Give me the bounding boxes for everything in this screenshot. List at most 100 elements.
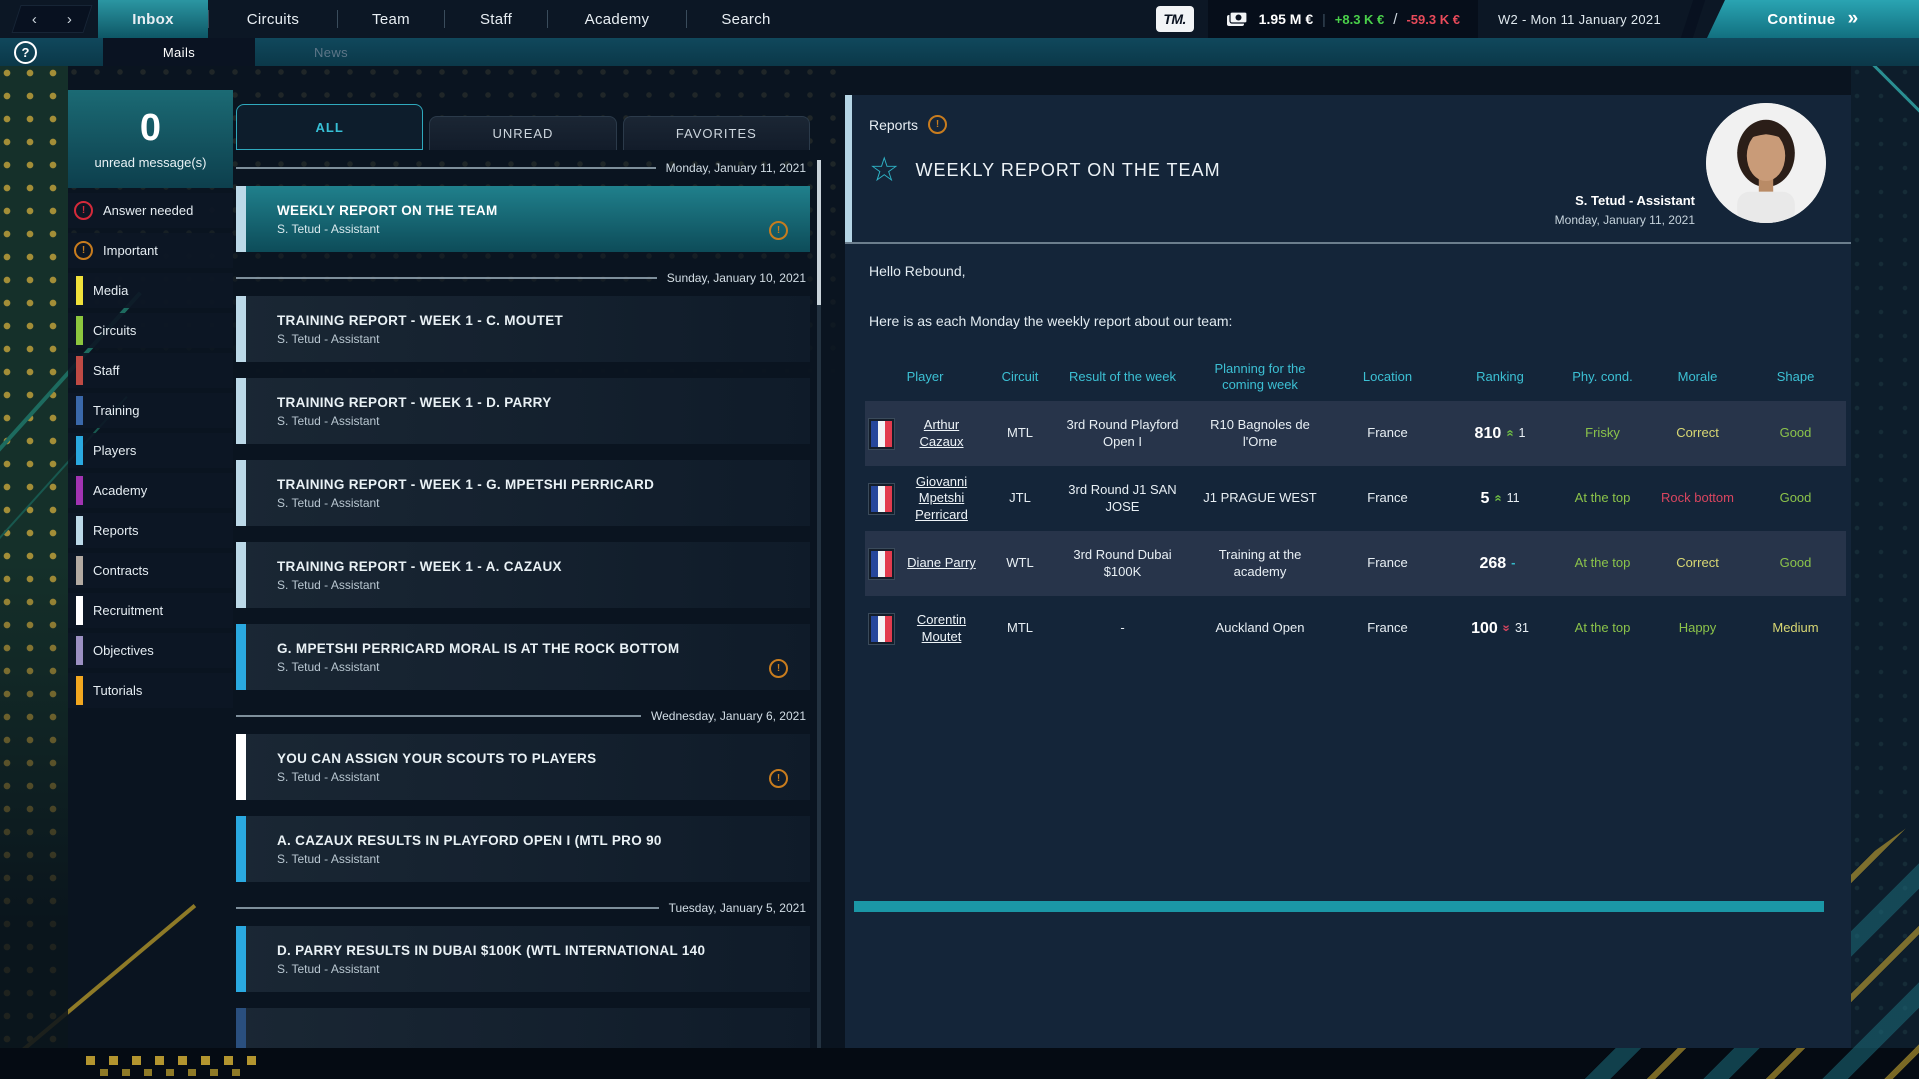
nav-right-group: TM. 1.95 M € | +8.3 K € / -59.3 K € W2 -… [1156,0,1919,38]
mail-category-row: Reports ! [869,115,947,134]
filter-training[interactable]: Training [68,393,233,428]
filter-reports[interactable]: Reports [68,513,233,548]
filter-staff[interactable]: Staff [68,353,233,388]
mail-title: TRAINING REPORT - WEEK 1 - A. CAZAUX [277,559,562,574]
mail-accent-bar [236,542,246,608]
main-tabs: Inbox Circuits Team Staff Academy Search [98,0,805,38]
tab-search[interactable]: Search [687,0,805,38]
mail-sender: S. Tetud - Assistant [277,578,562,592]
morale-cell: Happy [1650,596,1745,661]
mail-title: WEEKLY REPORT ON THE TEAM [277,203,498,218]
planning-cell: J1 PRAGUE WEST [1190,466,1330,531]
col-location: Location [1330,353,1445,401]
shape-cell: Good [1745,531,1846,596]
shape-cell: Good [1745,401,1846,466]
mail-item[interactable]: A. CAZAUX RESULTS IN PLAYFORD OPEN I (MT… [236,816,810,882]
filter-contracts[interactable]: Contracts [68,553,233,588]
filter-label: Media [93,283,128,298]
mail-item[interactable]: TRAINING REPORT - WEEK 1 - G. MPETSHI PE… [236,460,810,526]
mail-accent-bar [236,816,246,882]
filter-players[interactable]: Players [68,433,233,468]
scrollbar-thumb[interactable] [817,160,821,305]
result-cell: 3rd Round Dubai $100K [1055,531,1190,596]
mail-item[interactable]: WEEKLY REPORT ON THE TEAM S. Tetud - Ass… [236,186,810,252]
result-cell: 3rd Round J1 SAN JOSE [1055,466,1190,531]
mail-accent-bar [236,460,246,526]
filter-important[interactable]: ! Important [68,233,233,268]
trend-up-icon: » [1502,430,1518,437]
flag-france-icon [869,419,894,449]
mail-accent-bar [236,296,246,362]
planning-cell: R10 Bagnoles de l'Orne [1190,401,1330,466]
mail-title: YOU CAN ASSIGN YOUR SCOUTS TO PLAYERS [277,751,596,766]
flag-france-icon [869,484,894,514]
mail-title: TRAINING REPORT - WEEK 1 - D. PARRY [277,395,552,410]
important-icon: ! [769,221,788,240]
col-result: Result of the week [1055,353,1190,401]
tab-staff[interactable]: Staff [445,0,547,38]
continue-label: Continue [1767,11,1835,28]
filter-circuits[interactable]: Circuits [68,313,233,348]
filter-academy[interactable]: Academy [68,473,233,508]
result-cell: 3rd Round Playford Open I [1055,401,1190,466]
filter-objectives[interactable]: Objectives [68,633,233,668]
tab-academy[interactable]: Academy [548,0,686,38]
filter-answer-needed[interactable]: ! Answer needed [68,193,233,228]
circuit-cell: MTL [985,596,1055,661]
filter-media[interactable]: Media [68,273,233,308]
filter-recruitment[interactable]: Recruitment [68,593,233,628]
tab-unread[interactable]: UNREAD [429,116,616,150]
finance-summary[interactable]: 1.95 M € | +8.3 K € / -59.3 K € [1208,0,1478,38]
tab-news[interactable]: News [255,38,407,66]
col-morale: Morale [1650,353,1745,401]
tab-circuits[interactable]: Circuits [209,0,337,38]
filter-tutorials[interactable]: Tutorials [68,673,233,708]
filter-label: Academy [93,483,147,498]
reading-pane-accent-bar [845,95,852,243]
gold-dash-decor [100,1069,240,1076]
mail-texts: D. PARRY RESULTS IN DUBAI $100K (WTL INT… [246,926,705,992]
mail-item[interactable]: D. PARRY RESULTS IN DUBAI $100K (WTL INT… [236,926,810,992]
player-link[interactable]: Arthur Cazaux [902,417,981,450]
mail-sender: S. Tetud - Assistant [277,222,498,236]
category-color-bar [76,396,83,425]
separator-line [236,167,656,169]
phy-cond-cell: At the top [1555,466,1650,531]
col-player: Player [865,353,985,401]
continue-button[interactable]: Continue » [1707,0,1919,38]
tab-all[interactable]: ALL [236,104,423,150]
mail-item[interactable]: TRAINING REPORT - WEEK 1 - D. PARRY S. T… [236,378,810,444]
mail-texts: TRAINING REPORT - WEEK 1 - A. CAZAUX S. … [246,542,562,608]
sender-avatar[interactable] [1706,103,1826,223]
mail-texts: YOU CAN ASSIGN YOUR SCOUTS TO PLAYERS S.… [246,734,596,800]
favorite-star-icon[interactable]: ☆ [869,153,899,187]
player-link[interactable]: Giovanni Mpetshi Perricard [902,474,981,523]
player-link[interactable]: Diane Parry [902,555,981,571]
category-color-bar [76,676,83,705]
tab-favorites[interactable]: FAVORITES [623,116,810,150]
forward-button[interactable]: › [67,11,72,28]
tab-inbox[interactable]: Inbox [98,0,208,38]
mail-sender: S. Tetud - Assistant [277,496,654,510]
important-icon: ! [769,659,788,678]
help-icon[interactable]: ? [14,41,37,64]
player-link[interactable]: Corentin Moutet [902,612,981,645]
circuit-cell: WTL [985,531,1055,596]
filter-label: Contracts [93,563,149,578]
back-button[interactable]: ‹ [32,11,37,28]
mail-item[interactable] [236,1008,810,1048]
mail-item[interactable]: YOU CAN ASSIGN YOUR SCOUTS TO PLAYERS S.… [236,734,810,800]
money-icon [1226,10,1250,28]
mail-list-scrollbar[interactable] [817,160,821,1048]
ranking-change: 1 [1518,426,1525,442]
mail-item[interactable]: TRAINING REPORT - WEEK 1 - A. CAZAUX S. … [236,542,810,608]
filter-label: Recruitment [93,603,163,618]
filter-label: Players [93,443,136,458]
game-date: W2 - Mon 11 January 2021 [1498,12,1661,27]
tm-logo[interactable]: TM. [1156,6,1194,32]
tab-mails[interactable]: Mails [103,38,255,66]
tab-team[interactable]: Team [338,0,444,38]
mail-accent-bar [236,186,246,252]
mail-item[interactable]: TRAINING REPORT - WEEK 1 - C. MOUTET S. … [236,296,810,362]
mail-item[interactable]: G. MPETSHI PERRICARD MORAL IS AT THE ROC… [236,624,810,690]
